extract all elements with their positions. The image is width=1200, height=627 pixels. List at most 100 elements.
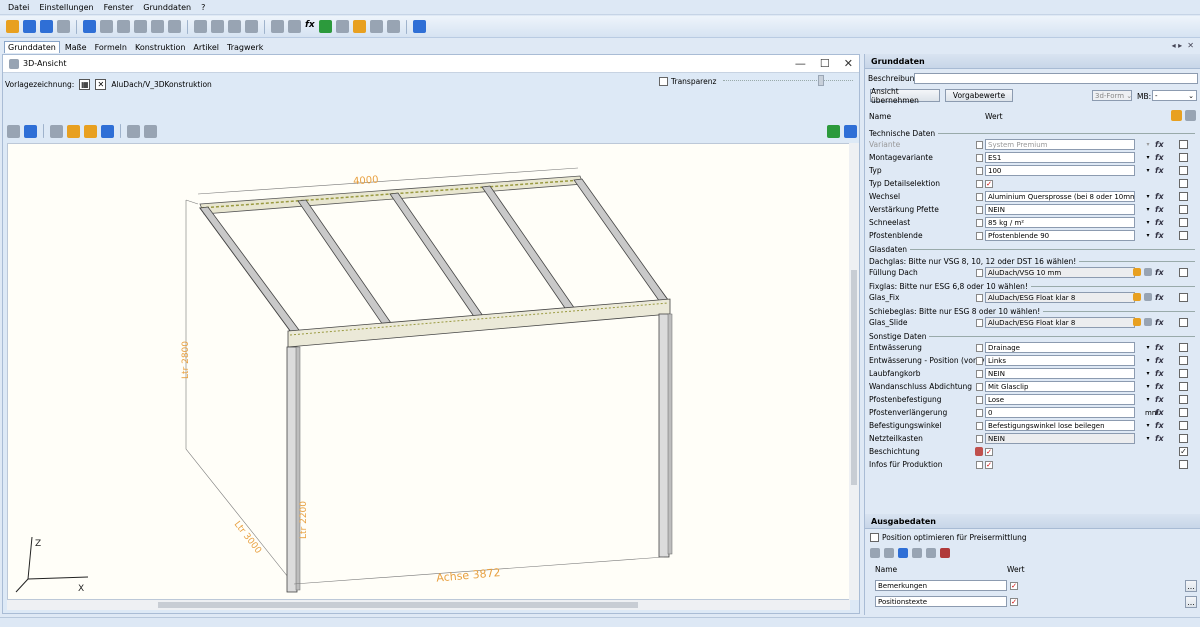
formula-fx-icon[interactable]: fx	[1155, 140, 1164, 149]
pick-icon[interactable]	[1133, 318, 1141, 326]
chevron-down-icon[interactable]: ▾	[1144, 205, 1152, 214]
formula-fx-icon[interactable]: fx	[1155, 153, 1164, 162]
color-icon[interactable]	[975, 447, 983, 456]
report-icon[interactable]	[940, 548, 950, 558]
tab-formeln[interactable]: Formeln	[92, 42, 130, 53]
infos-checkbox[interactable]	[1179, 460, 1188, 469]
tab-tragwerk[interactable]: Tragwerk	[224, 42, 266, 53]
back-arrow-icon[interactable]	[127, 124, 140, 138]
forward-arrow-icon[interactable]	[288, 20, 301, 33]
menu-fenster[interactable]: Fenster	[104, 3, 134, 12]
vertical-scroll-thumb[interactable]	[851, 270, 857, 485]
undo-step-icon[interactable]	[117, 20, 130, 33]
export-icon[interactable]	[827, 124, 840, 138]
pfbef-value[interactable]: Lose	[985, 394, 1135, 405]
pan-icon[interactable]	[168, 20, 181, 33]
close-icon[interactable]: ✕	[844, 57, 853, 70]
pfostenblende-checkbox[interactable]	[1179, 231, 1188, 240]
save-all-icon[interactable]	[40, 20, 53, 33]
cube-icon[interactable]	[369, 20, 383, 33]
rotate-left-icon[interactable]	[211, 20, 224, 33]
mb-select[interactable]: - ⌄	[1152, 90, 1197, 101]
menu-help[interactable]: ?	[201, 3, 205, 12]
transparenz-toggle[interactable]: Transparenz	[659, 77, 716, 86]
schnee-value[interactable]: 85 kg / m²	[985, 217, 1135, 228]
camera-icon[interactable]	[24, 124, 37, 138]
chevron-down-icon[interactable]: ▾	[1144, 218, 1152, 227]
formula-fx-icon[interactable]: fx	[1155, 382, 1164, 391]
tab-scroll-arrows[interactable]: ◂ ▸ ✕	[1172, 41, 1194, 50]
positionstexte-more-button[interactable]: …	[1185, 596, 1197, 608]
beschreibung-input[interactable]	[914, 73, 1198, 84]
glasfix-value[interactable]: AluDach/ESG Float klar 8	[985, 292, 1135, 303]
chevron-down-icon[interactable]: ▾	[1144, 369, 1152, 378]
chevron-down-icon[interactable]: ▾	[1144, 356, 1152, 365]
netz-value[interactable]: NEIN	[985, 433, 1135, 444]
ansicht-uebernehmen-button[interactable]: Ansicht übernehmen	[870, 87, 940, 105]
vorgabewerte-button[interactable]: Vorgabewerte	[945, 89, 1013, 102]
rotate-left-icon[interactable]	[67, 124, 80, 138]
rotate-right-icon[interactable]	[84, 124, 97, 138]
redo-step-icon[interactable]	[134, 20, 147, 33]
undo-icon[interactable]	[83, 20, 96, 33]
zoom-extents-icon[interactable]	[151, 20, 164, 33]
glasslide-checkbox[interactable]	[1179, 318, 1188, 327]
chevron-down-icon[interactable]: ▾	[1144, 231, 1152, 240]
redo-icon[interactable]	[100, 20, 113, 33]
menu-datei[interactable]: Datei	[8, 3, 29, 12]
tab-konstruktion[interactable]: Konstruktion	[132, 42, 188, 53]
schnee-checkbox[interactable]	[1179, 218, 1188, 227]
model-canvas[interactable]: 4000 Ltr 2800 Ltr 2200 Ltr 3000 Achse 38…	[7, 143, 858, 600]
wand-value[interactable]: Mit Glasclip	[985, 381, 1135, 392]
netz-checkbox[interactable]	[1179, 434, 1188, 443]
paste-icon[interactable]	[926, 548, 936, 558]
formula-fx-icon[interactable]: fx	[1155, 318, 1164, 327]
glasslide-value[interactable]: AluDach/ESG Float klar 8	[985, 317, 1135, 328]
fuellung-value[interactable]: AluDach/VSG 10 mm	[985, 267, 1135, 278]
chevron-down-icon[interactable]: ▾	[1144, 343, 1152, 352]
laub-checkbox[interactable]	[1179, 369, 1188, 378]
measure-icon[interactable]	[194, 20, 207, 33]
glasfix-checkbox[interactable]	[1179, 293, 1188, 302]
variante-checkbox[interactable]	[1179, 140, 1188, 149]
entw-checkbox[interactable]	[1179, 343, 1188, 352]
pfette-checkbox[interactable]	[1179, 205, 1188, 214]
formula-fx-icon[interactable]: fx	[305, 20, 315, 33]
play-icon[interactable]	[318, 20, 332, 33]
fuellung-checkbox[interactable]	[1179, 268, 1188, 277]
positionstexte-toggle[interactable]: ✓	[1010, 598, 1018, 606]
sort-icon[interactable]	[1171, 110, 1182, 121]
bemerkungen-more-button[interactable]: …	[1185, 580, 1197, 592]
chevron-down-icon[interactable]: ▾	[1144, 421, 1152, 430]
wechsel-value[interactable]: Aluminium Quersprosse (bei 8 oder 10mm G…	[985, 191, 1135, 202]
help-icon[interactable]	[412, 20, 426, 33]
transparenz-checkbox[interactable]	[659, 77, 668, 86]
pfostenblende-value[interactable]: Pfostenblende 90	[985, 230, 1135, 241]
bemerkungen-toggle[interactable]: ✓	[1010, 582, 1018, 590]
typdetail-toggle[interactable]: ✓	[985, 179, 993, 188]
wechsel-checkbox[interactable]	[1179, 192, 1188, 201]
wand-checkbox[interactable]	[1179, 382, 1188, 391]
formula-fx-icon[interactable]: fx	[1155, 268, 1164, 277]
formula-fx-icon[interactable]: fx	[1155, 166, 1164, 175]
delete-icon[interactable]	[884, 548, 894, 558]
vorlage-clear-button[interactable]: ✕	[95, 79, 107, 90]
formula-fx-icon[interactable]: fx	[1155, 421, 1164, 430]
positionstexte-field[interactable]: Positionstexte	[875, 596, 1007, 607]
cut-icon[interactable]	[898, 548, 908, 558]
transparenz-slider-thumb[interactable]	[818, 75, 824, 86]
formula-fx-icon[interactable]: fx	[1155, 218, 1164, 227]
infos-toggle[interactable]: ✓	[985, 460, 993, 469]
open-folder-icon[interactable]	[6, 20, 19, 33]
menu-grunddaten[interactable]: Grunddaten	[143, 3, 191, 12]
vorlage-select-button[interactable]: ▦	[79, 79, 91, 90]
back-arrow-icon[interactable]	[271, 20, 284, 33]
befwin-value[interactable]: Befestigungswinkel lose beilegen	[985, 420, 1135, 431]
maximize-icon[interactable]: ☐	[820, 57, 830, 70]
chevron-down-icon[interactable]: ▾	[1144, 140, 1152, 149]
list-view-icon[interactable]	[1185, 110, 1196, 121]
typ-value[interactable]: 100	[985, 165, 1135, 176]
pfette-value[interactable]: NEIN	[985, 204, 1135, 215]
entwpos-checkbox[interactable]	[1179, 356, 1188, 365]
layers-icon[interactable]	[335, 20, 349, 33]
